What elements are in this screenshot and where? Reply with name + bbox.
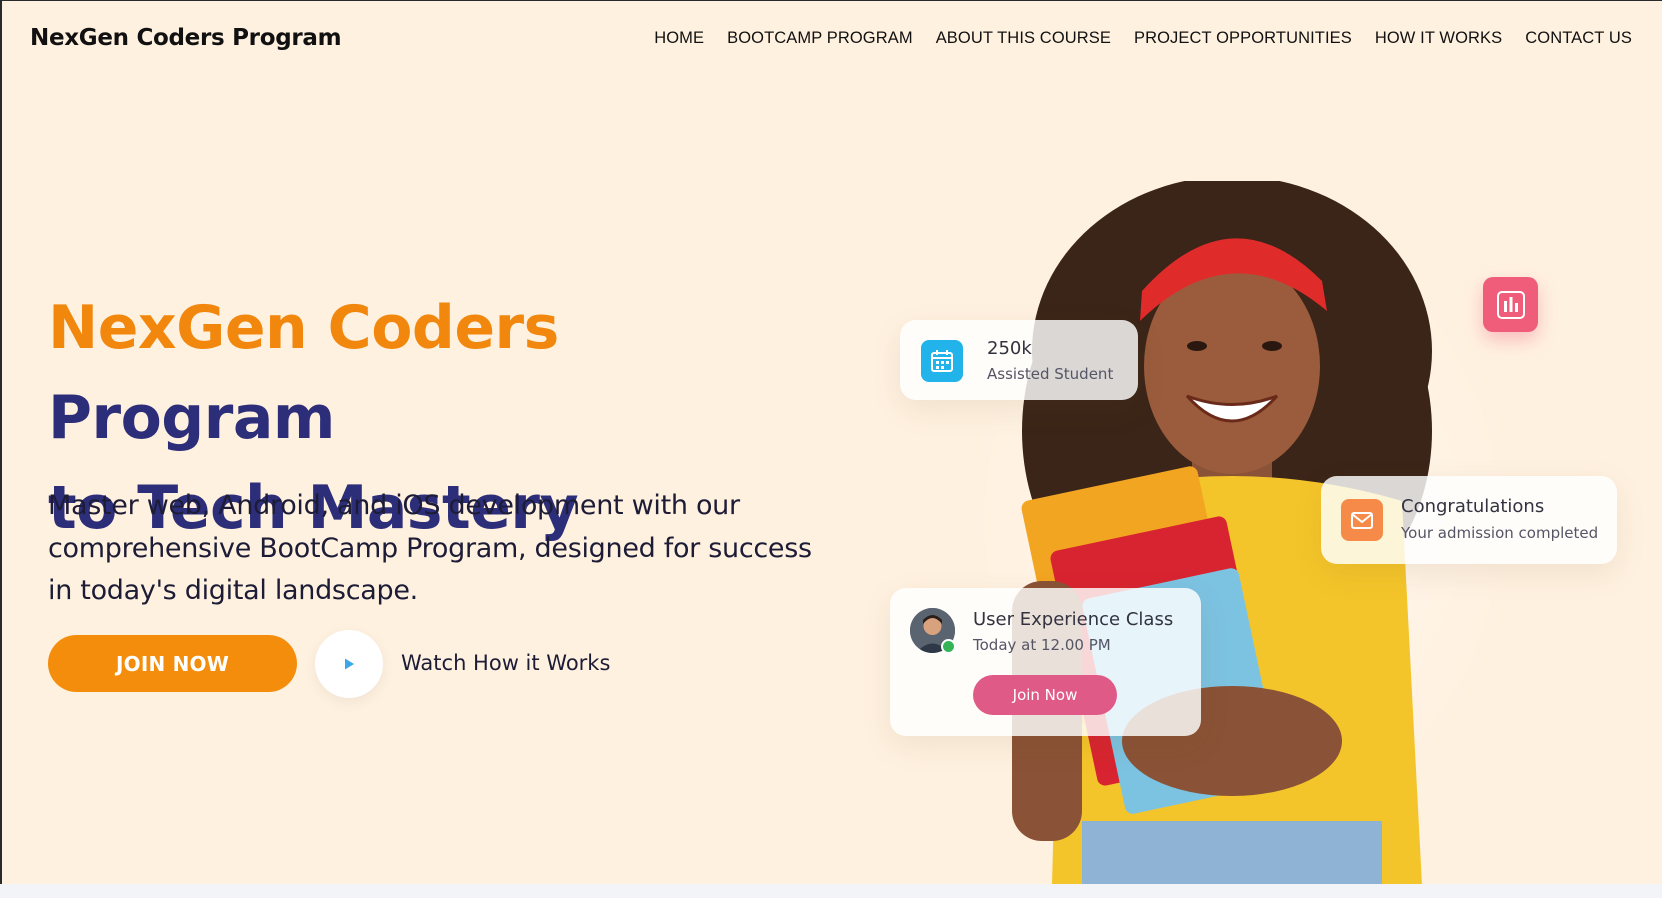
bar-chart-icon [1496, 290, 1525, 319]
calendar-icon [931, 350, 953, 372]
nav-project-opportunities[interactable]: PROJECT OPPORTUNITIES [1134, 29, 1352, 48]
nav-how-it-works[interactable]: HOW IT WORKS [1375, 29, 1502, 48]
hero-title-line1-rest: Program [48, 383, 335, 453]
nav-about-course[interactable]: ABOUT THIS COURSE [936, 29, 1111, 48]
main-nav: HOME BOOTCAMP PROGRAM ABOUT THIS COURSE … [631, 29, 1632, 48]
class-card: User Experience Class Today at 12.00 PM … [890, 588, 1201, 736]
hero-title-accent: NexGen Coders [48, 293, 559, 363]
mail-tile [1341, 499, 1383, 541]
nav-home[interactable]: HOME [654, 29, 704, 48]
stat-value: 250k [987, 338, 1032, 359]
online-status-dot [941, 639, 956, 654]
hero-description: Master web, Android, and iOS development… [48, 490, 812, 606]
class-join-now-button[interactable]: Join Now [973, 675, 1117, 715]
admission-card: Congratulations Your admission completed [1321, 476, 1617, 564]
page-bottom-strip [0, 884, 1662, 898]
stat-label: Assisted Student [987, 365, 1114, 383]
nav-bootcamp-program[interactable]: BOOTCAMP PROGRAM [727, 29, 913, 48]
play-video-button[interactable] [315, 630, 383, 698]
brand-logo[interactable]: NexGen Coders Program [30, 25, 342, 51]
mail-icon [1351, 512, 1373, 529]
play-icon [345, 658, 354, 670]
congrats-subtitle: Your admission completed [1401, 524, 1599, 542]
chart-badge [1483, 277, 1538, 332]
class-title: User Experience Class [973, 609, 1174, 630]
join-now-button[interactable]: JOIN NOW [48, 635, 297, 692]
landing-page: NexGen Coders Program HOME BOOTCAMP PROG… [0, 0, 1662, 884]
watch-how-it-works-link[interactable]: Watch How it Works [401, 651, 610, 675]
class-time: Today at 12.00 PM [973, 636, 1111, 654]
congrats-title: Congratulations [1401, 496, 1545, 517]
calendar-tile [921, 340, 963, 382]
assisted-students-card: 250k Assisted Student [900, 320, 1138, 400]
nav-contact-us[interactable]: CONTACT US [1525, 29, 1632, 48]
